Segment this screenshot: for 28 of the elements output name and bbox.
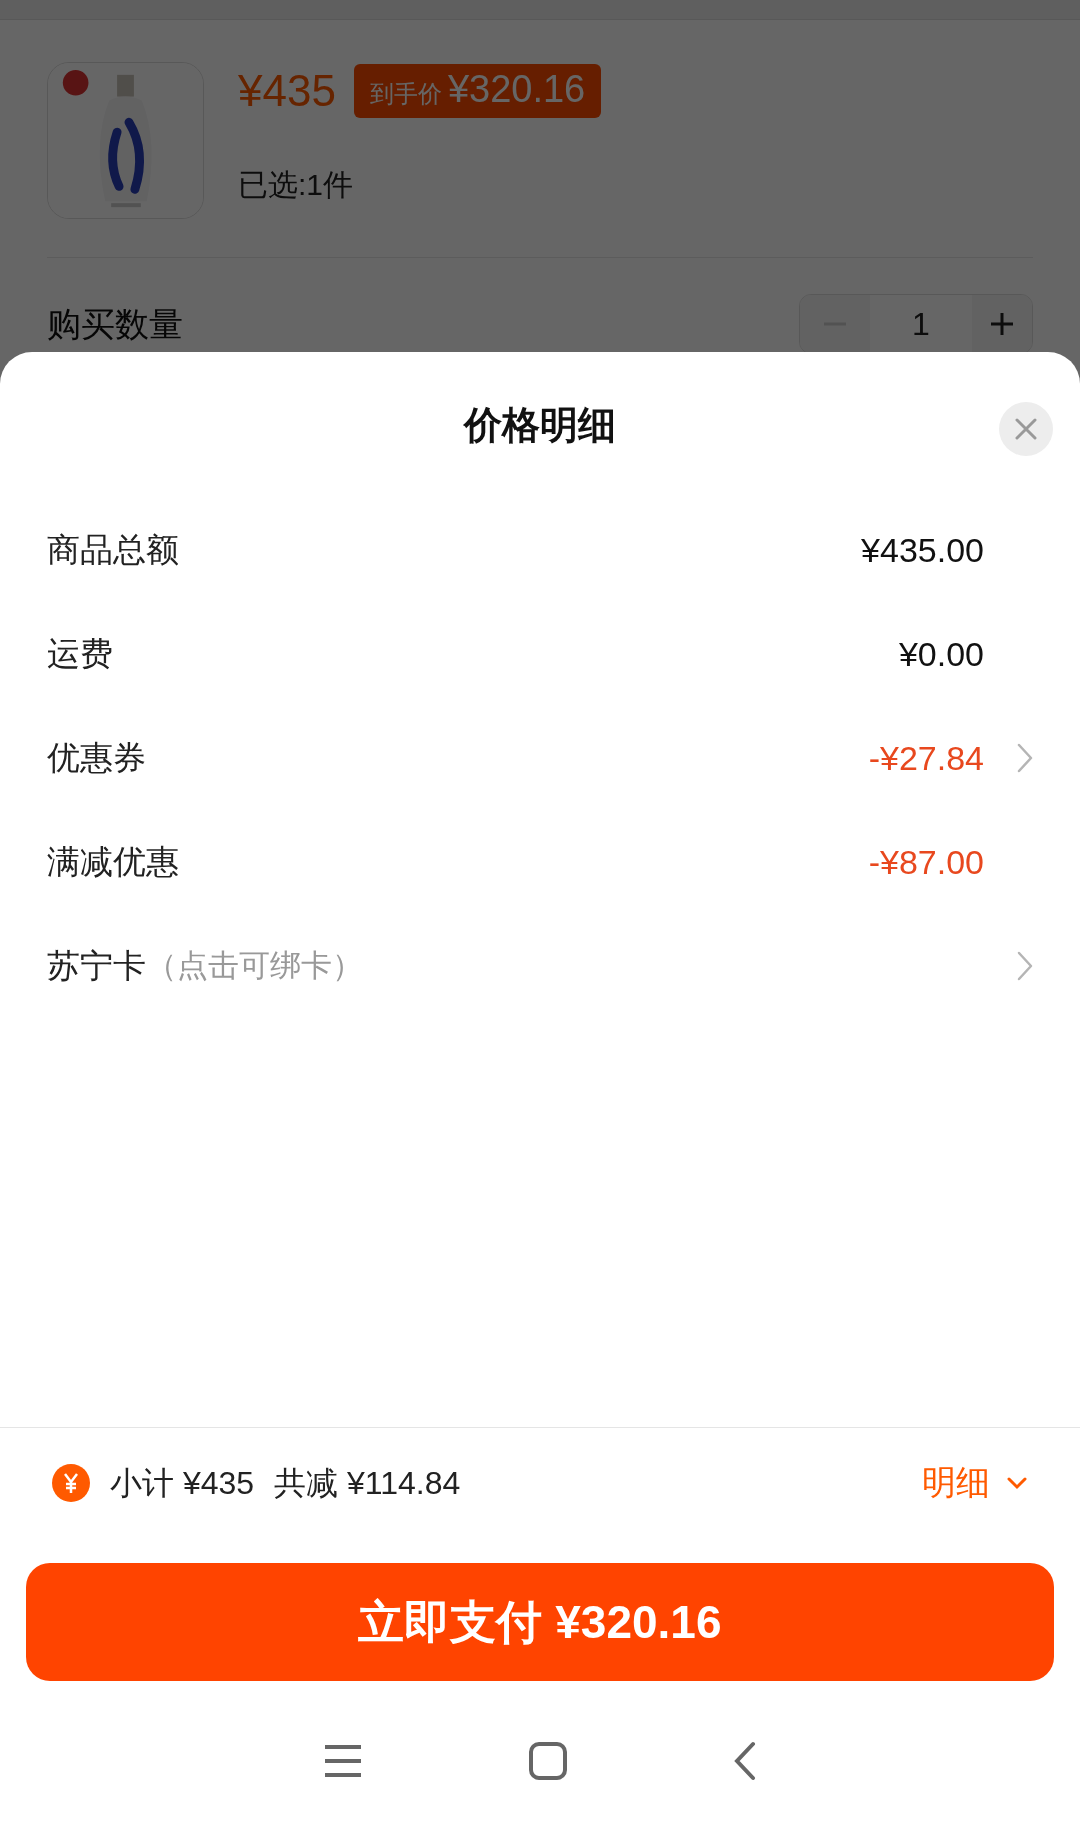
reduction-text: 共减 ¥114.84 xyxy=(274,1463,461,1503)
row-value: ¥0.00 xyxy=(898,633,984,675)
sheet-title: 价格明细 xyxy=(464,402,616,448)
plus-icon[interactable] xyxy=(972,295,1032,353)
row-label: 满减优惠 xyxy=(47,842,179,883)
selected-count: 已选:1件 xyxy=(238,167,355,203)
row-note: （点击可绑卡） xyxy=(146,946,363,985)
close-icon[interactable] xyxy=(999,402,1053,456)
back-icon[interactable] xyxy=(733,1741,758,1781)
quantity-label: 购买数量 xyxy=(47,303,183,345)
final-price-label: 到手价 xyxy=(369,79,442,109)
pay-button[interactable]: 立即支付 ¥320.16 xyxy=(26,1563,1054,1681)
row-value: ¥435.00 xyxy=(861,529,984,571)
chevron-down-icon xyxy=(1006,1475,1028,1490)
row-label: 商品总额 xyxy=(47,530,179,571)
quantity-value[interactable]: 1 xyxy=(870,300,972,348)
row-value: -¥27.84 xyxy=(868,737,984,779)
row-label: 运费 xyxy=(47,634,113,675)
final-price: ¥320.16 xyxy=(447,70,586,108)
menu-icon[interactable] xyxy=(322,1743,363,1779)
detail-toggle[interactable]: 明细 xyxy=(922,1457,1028,1508)
row-value: -¥87.00 xyxy=(868,841,984,883)
row-label: 苏宁卡 xyxy=(47,946,146,987)
product-price: ¥435 xyxy=(238,69,336,113)
yen-coin-icon xyxy=(52,1463,90,1502)
home-icon[interactable] xyxy=(528,1741,568,1781)
row-label: 优惠券 xyxy=(47,738,146,779)
subtotal-text: 小计 ¥435 xyxy=(110,1463,255,1503)
